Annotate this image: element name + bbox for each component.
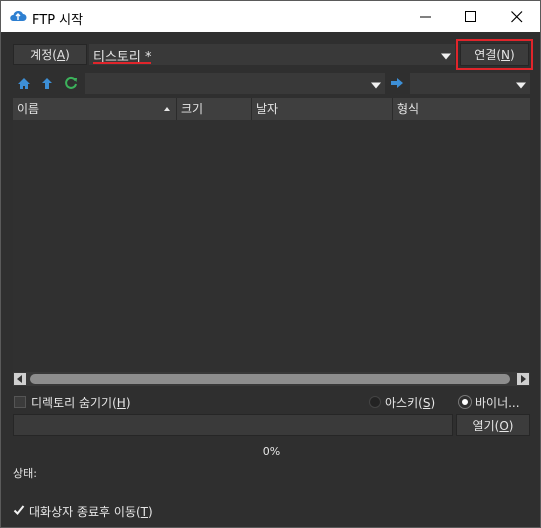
- binary-radio[interactable]: [459, 396, 471, 408]
- account-button-label: 계정(A): [30, 48, 70, 62]
- checkmark-icon: [13, 505, 25, 515]
- binary-label: 바이너...: [475, 396, 520, 410]
- account-button[interactable]: 계정(A): [13, 44, 87, 65]
- close-button[interactable]: [494, 1, 540, 32]
- dialog-content: 계정(A) 티스토리 * 연결(N) 이름 크기 날자 형식 디렉토리 숨기기(…: [1, 32, 540, 527]
- hide-directories-checkbox[interactable]: [14, 396, 26, 408]
- column-type-label: 형식: [397, 102, 420, 116]
- scroll-thumb[interactable]: [30, 374, 510, 384]
- ascii-label: 아스키(S): [385, 396, 436, 410]
- up-arrow-icon: [42, 77, 52, 89]
- refresh-icon: [65, 76, 77, 89]
- minimize-button[interactable]: [403, 1, 449, 32]
- horizontal-scrollbar[interactable]: [13, 372, 530, 386]
- cloud-ftp-icon: [10, 10, 27, 21]
- close-icon: [511, 10, 523, 22]
- scroll-right-button[interactable]: [517, 373, 529, 385]
- column-date-header[interactable]: 날자: [252, 98, 393, 120]
- column-size-label: 크기: [181, 102, 204, 116]
- file-name-input[interactable]: [13, 414, 453, 436]
- open-button-label: 열기(O): [472, 418, 514, 433]
- status-label: 상태:: [13, 467, 37, 480]
- connect-button[interactable]: 연결(N): [460, 43, 529, 66]
- close-after-label: 대화상자 종료후 이동(T): [29, 505, 153, 519]
- sort-ascending-icon: [164, 107, 170, 111]
- refresh-button[interactable]: [61, 73, 81, 93]
- progress-bar: 0%: [13, 440, 530, 462]
- home-icon: [18, 77, 30, 89]
- open-button[interactable]: 열기(O): [456, 414, 530, 436]
- go-arrow-icon: [391, 78, 403, 88]
- file-list[interactable]: [13, 120, 530, 372]
- ascii-radio[interactable]: [369, 396, 381, 408]
- maximize-button[interactable]: [448, 1, 494, 32]
- chevron-left-icon: [17, 375, 22, 383]
- file-list-header: 이름 크기 날자 형식: [13, 98, 530, 120]
- chevron-down-icon: [441, 53, 451, 59]
- connect-button-label: 연결(N): [474, 48, 515, 62]
- window-title: FTP 시작: [32, 13, 84, 28]
- chevron-down-icon: [516, 82, 526, 88]
- chevron-right-icon: [521, 375, 526, 383]
- close-after-checkbox[interactable]: [13, 504, 25, 516]
- local-folder-select[interactable]: [410, 73, 530, 94]
- column-date-label: 날자: [256, 102, 279, 116]
- scroll-left-button[interactable]: [14, 373, 26, 385]
- home-button[interactable]: [14, 73, 34, 93]
- column-name-label: 이름: [17, 102, 40, 116]
- column-size-header[interactable]: 크기: [177, 98, 252, 120]
- up-button[interactable]: [37, 73, 57, 93]
- chevron-down-icon: [371, 82, 381, 88]
- title-bar: FTP 시작: [1, 1, 540, 32]
- column-name-header[interactable]: 이름: [13, 98, 177, 120]
- minimize-icon: [420, 16, 431, 17]
- hide-directories-label: 디렉토리 숨기기(H): [31, 396, 131, 410]
- remote-path-select[interactable]: [85, 73, 385, 94]
- ftp-dialog: FTP 시작 계정(A) 티스토리 * 연결(N) 이름 크기 날자 형식 디렉…: [0, 0, 541, 528]
- maximize-icon: [465, 10, 476, 22]
- spellcheck-underline: [93, 62, 151, 64]
- go-button[interactable]: [387, 73, 407, 93]
- progress-text: 0%: [262, 445, 281, 458]
- column-type-header[interactable]: 형식: [393, 98, 530, 120]
- account-select[interactable]: 티스토리 *: [89, 44, 455, 65]
